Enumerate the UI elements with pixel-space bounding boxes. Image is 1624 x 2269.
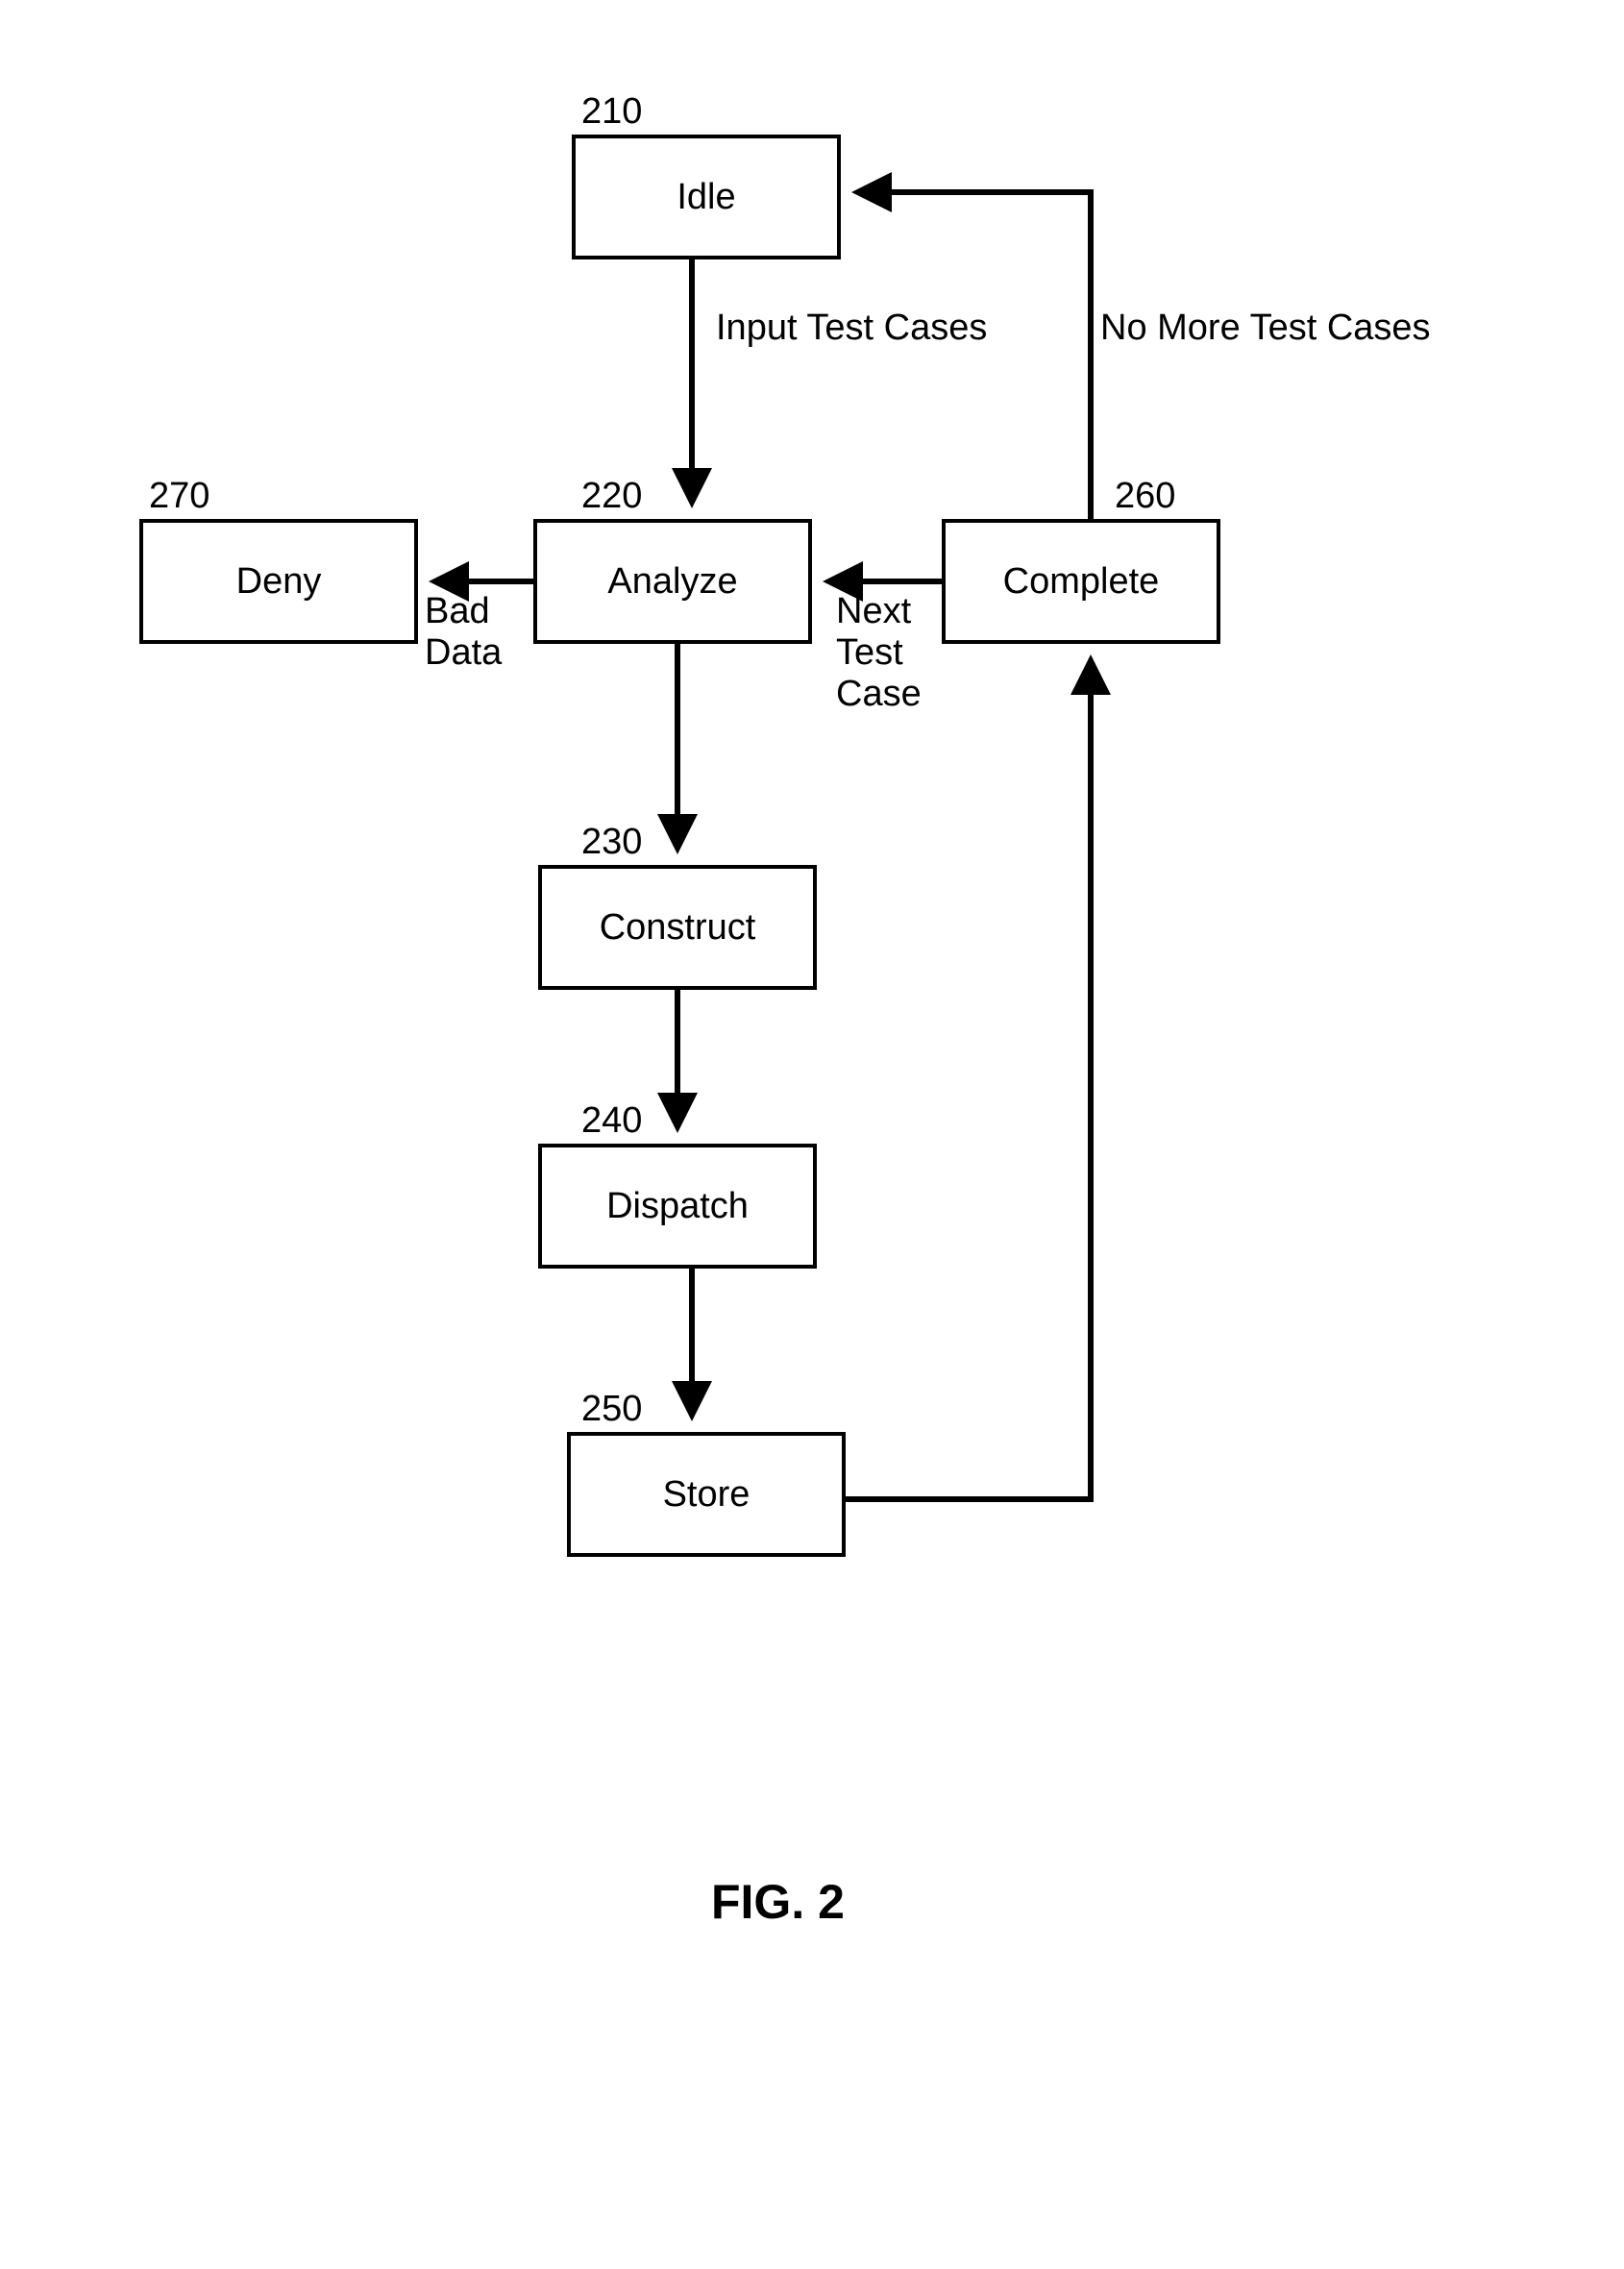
dispatch-ref: 240 <box>581 1100 642 1142</box>
store-label: Store <box>663 1474 750 1516</box>
construct-label: Construct <box>600 907 756 949</box>
complete-ref: 260 <box>1115 476 1175 517</box>
analyze-label: Analyze <box>607 561 737 603</box>
diagram-canvas: 210 Idle 220 Analyze 230 Construct 240 D… <box>0 0 1624 2269</box>
edge-label-no-more-test-cases: No More Test Cases <box>1100 308 1494 349</box>
dispatch-label: Dispatch <box>606 1186 749 1227</box>
edge-complete-to-idle <box>860 192 1091 519</box>
construct-ref: 230 <box>581 822 642 863</box>
deny-label: Deny <box>236 561 322 603</box>
idle-node: Idle <box>572 135 841 259</box>
deny-node: Deny <box>139 519 418 644</box>
analyze-ref: 220 <box>581 476 642 517</box>
complete-node: Complete <box>942 519 1220 644</box>
deny-ref: 270 <box>149 476 209 517</box>
analyze-node: Analyze <box>533 519 812 644</box>
edge-label-next-test-case: NextTestCase <box>836 591 942 715</box>
figure-caption: FIG. 2 <box>711 1874 845 1930</box>
dispatch-node: Dispatch <box>538 1144 817 1269</box>
edge-label-bad-data: BadData <box>425 591 530 674</box>
edge-label-input-test-cases: Input Test Cases <box>716 308 1043 349</box>
idle-label: Idle <box>677 177 735 218</box>
store-node: Store <box>567 1432 846 1557</box>
edge-store-to-complete <box>846 663 1091 1499</box>
store-ref: 250 <box>581 1389 642 1430</box>
construct-node: Construct <box>538 865 817 990</box>
complete-label: Complete <box>1003 561 1160 603</box>
idle-ref: 210 <box>581 91 642 133</box>
